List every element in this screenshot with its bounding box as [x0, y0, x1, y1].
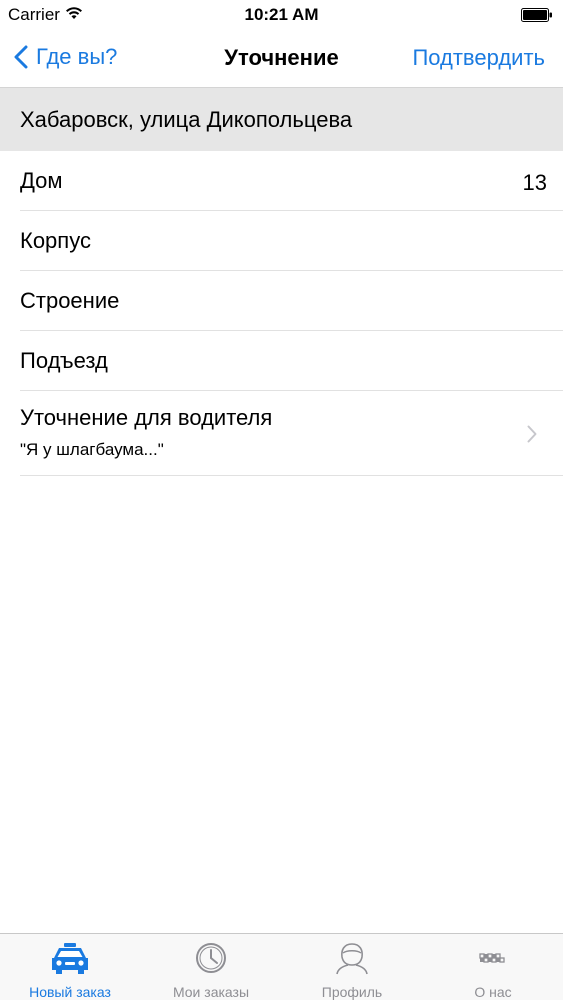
tab-my-orders-label: Мои заказы	[172, 984, 250, 1000]
field-label-building: Корпус	[20, 228, 91, 253]
driver-note-row[interactable]: Уточнение для водителя "Я у шлагбаума...…	[0, 391, 563, 476]
navigation-bar: Где вы? Уточнение Подтвердить	[0, 30, 563, 86]
tab-new-order-label: Новый заказ	[29, 984, 111, 1000]
status-time: 10:21 AM	[244, 5, 319, 24]
address-details-list: Дом 13 Корпус Строение Подъезд Уточнение…	[0, 151, 563, 476]
status-bar: Carrier 10:21 AM	[0, 0, 563, 30]
address-header: Хабаровск, улица Дикопольцева	[0, 87, 563, 151]
field-label-entrance: Подъезд	[20, 348, 108, 373]
chevron-right-icon	[527, 425, 537, 443]
checkered-icon	[479, 953, 505, 963]
field-label-structure: Строение	[20, 288, 120, 313]
battery-icon	[521, 8, 552, 22]
tab-new-order[interactable]: Новый заказ	[0, 934, 140, 1001]
tab-bar: Новый заказ Мои заказы Профиль О нас	[0, 933, 563, 1000]
person-icon	[336, 943, 368, 975]
tab-profile-label: Профиль	[321, 984, 383, 1000]
clock-icon	[196, 943, 226, 973]
tab-about-label: О нас	[474, 984, 512, 1000]
taxi-car-icon	[52, 943, 88, 974]
driver-note-placeholder: "Я у шлагбаума..."	[20, 440, 164, 459]
field-value-house: 13	[522, 170, 547, 195]
field-row-building[interactable]: Корпус	[0, 211, 563, 271]
confirm-button[interactable]: Подтвердить	[412, 45, 545, 71]
field-row-structure[interactable]: Строение	[0, 271, 563, 331]
field-label-house: Дом	[20, 168, 63, 193]
driver-note-label: Уточнение для водителя	[20, 405, 273, 430]
field-row-entrance[interactable]: Подъезд	[0, 331, 563, 391]
tab-my-orders[interactable]: Мои заказы	[141, 934, 281, 1001]
tab-profile[interactable]: Профиль	[282, 934, 422, 1001]
tab-about[interactable]: О нас	[423, 934, 563, 1001]
field-row-house[interactable]: Дом 13	[0, 151, 563, 211]
address-text: Хабаровск, улица Дикопольцева	[20, 107, 353, 132]
